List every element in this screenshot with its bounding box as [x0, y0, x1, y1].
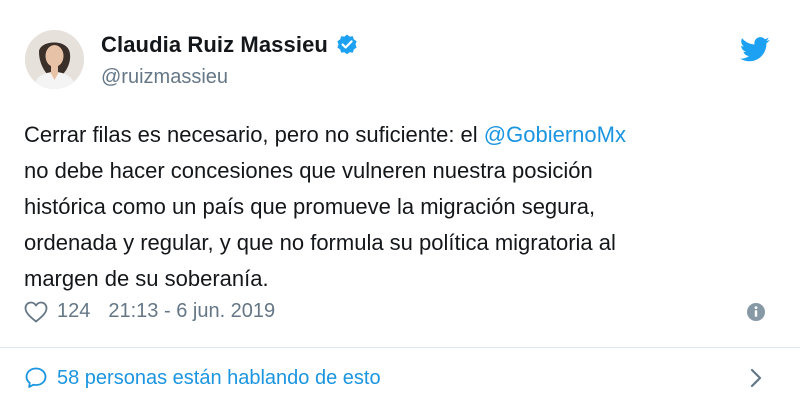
avatar[interactable]: [25, 30, 84, 89]
mention-link[interactable]: @GobiernoMx: [484, 122, 626, 147]
author-handle[interactable]: @ruizmassieu: [101, 66, 228, 89]
tweet-line: ordenada y regular, y que no formula su …: [24, 230, 616, 255]
tweet-meta: 124 21:13 - 6 jun. 2019: [24, 300, 275, 323]
heart-icon[interactable]: [24, 301, 48, 323]
conversation-label: 58 personas están hablando de esto: [57, 366, 381, 389]
embedded-tweet-card: Claudia Ruiz Massieu @ruizmassieu Cerrar…: [0, 0, 800, 408]
chevron-right-icon[interactable]: [748, 366, 764, 390]
tweet-text: Cerrar filas es necesario, pero no sufic…: [24, 117, 776, 297]
tweet-line-text: Cerrar filas es necesario, pero no sufic…: [24, 122, 484, 147]
tweet-line: margen de su soberanía.: [24, 266, 269, 291]
tweet-line: histórica como un país que promueve la m…: [24, 194, 596, 219]
tweet-timestamp[interactable]: 21:13 - 6 jun. 2019: [108, 300, 275, 323]
conversation-link[interactable]: 58 personas están hablando de esto: [24, 366, 381, 390]
twitter-bird-icon[interactable]: [740, 37, 770, 62]
verified-badge-icon: [335, 33, 359, 57]
speech-bubble-icon: [24, 366, 48, 390]
tweet-line: no debe hacer concesiones que vulneren n…: [24, 158, 593, 183]
divider: [0, 347, 800, 348]
author-name[interactable]: Claudia Ruiz Massieu: [101, 32, 328, 58]
tweet-line: Cerrar filas es necesario, pero no sufic…: [24, 117, 776, 153]
info-icon[interactable]: [746, 302, 766, 322]
author-row: Claudia Ruiz Massieu: [101, 32, 359, 58]
like-count[interactable]: 124: [57, 300, 90, 323]
